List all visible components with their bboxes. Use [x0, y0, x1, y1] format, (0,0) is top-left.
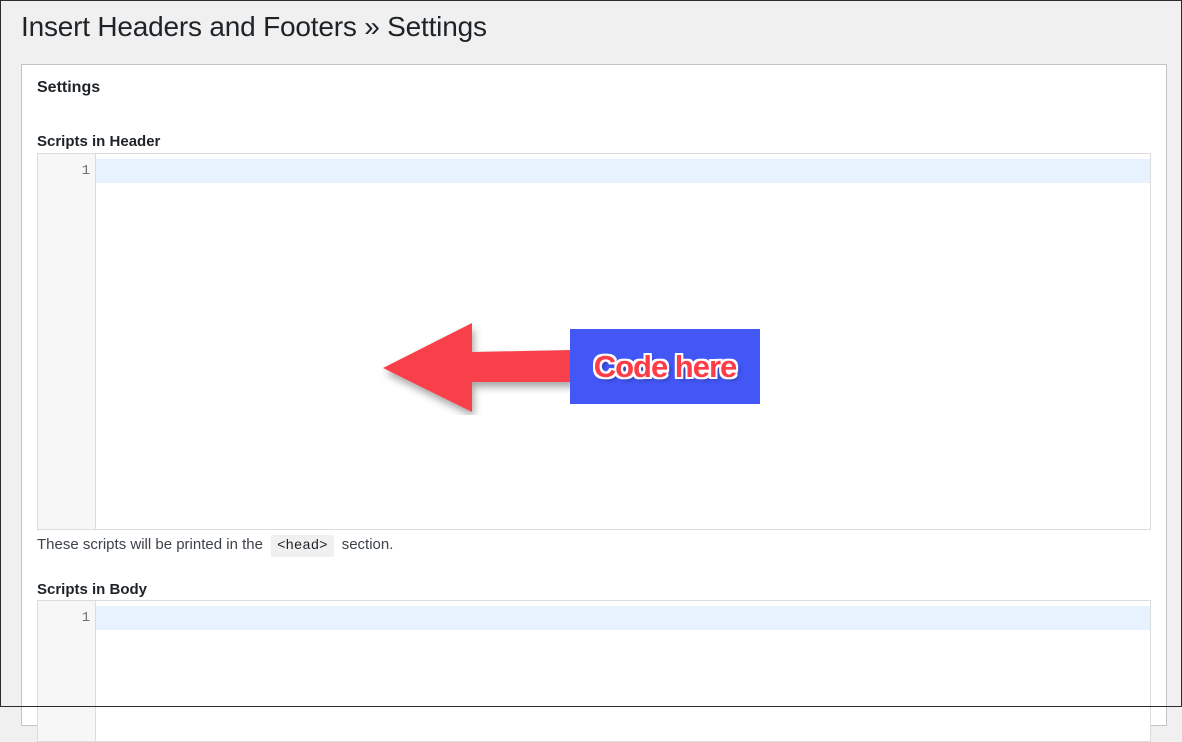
header-help-text: These scripts will be printed in the <he… — [37, 535, 394, 557]
annotation-callout: Code here — [570, 329, 760, 404]
settings-card-title: Settings — [37, 79, 101, 96]
page-title: Insert Headers and Footers » Settings — [21, 11, 487, 42]
annotation-label: Code here — [593, 348, 738, 384]
header-editor-active-line[interactable] — [96, 159, 1150, 183]
scripts-in-body-label: Scripts in Body — [37, 581, 148, 598]
body-editor-active-line[interactable] — [96, 606, 1150, 630]
annotation-arrow-icon — [383, 323, 572, 412]
header-editor-gutter: 1 — [38, 154, 96, 529]
body-editor-line-number: 1 — [81, 610, 90, 626]
header-help-suffix: section. — [341, 536, 394, 553]
annotation-arrow-shape — [383, 323, 572, 412]
body-editor-gutter: 1 — [38, 601, 96, 741]
scripts-in-header-label: Scripts in Header — [37, 133, 161, 150]
scripts-in-body-editor[interactable]: 1 — [37, 600, 1151, 742]
header-editor-line-number: 1 — [81, 163, 90, 179]
head-tag-code: <head> — [271, 535, 334, 557]
header-help-prefix: These scripts will be printed in the — [37, 536, 263, 553]
